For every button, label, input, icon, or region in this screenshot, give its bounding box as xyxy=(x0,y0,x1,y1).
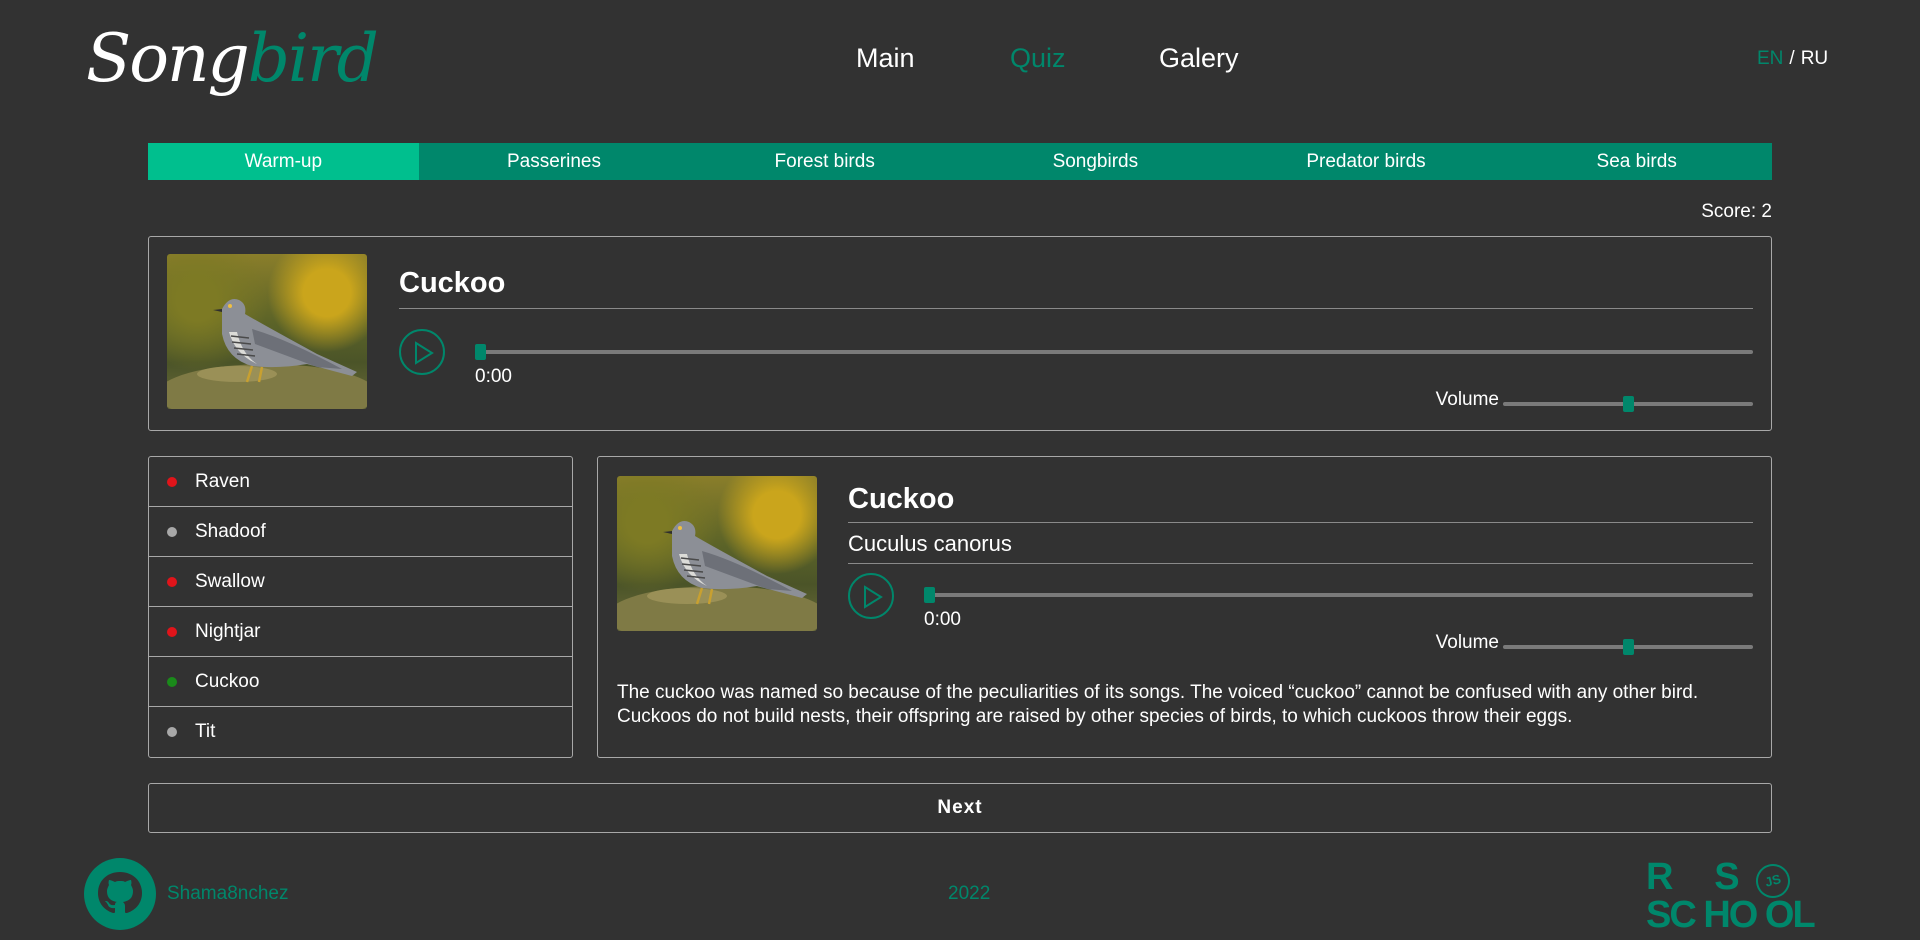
question-bird-name: Cuckoo xyxy=(399,263,1753,309)
details-play-button[interactable] xyxy=(848,573,894,619)
question-volume-label: Volume xyxy=(1435,389,1499,410)
answer-status-dot xyxy=(167,476,177,487)
answer-swallow[interactable]: Swallow xyxy=(149,557,572,607)
score-counter: Score: 2 xyxy=(1701,201,1772,222)
github-username-link[interactable]: Shama8nchez xyxy=(167,882,288,906)
answer-shadoof[interactable]: Shadoof xyxy=(149,507,572,557)
answer-nightjar[interactable]: Nightjar xyxy=(149,607,572,657)
details-time: 0:00 xyxy=(924,609,961,630)
play-icon xyxy=(864,585,883,609)
language-switcher: EN / RU xyxy=(1757,47,1828,71)
bird-details-panel: Cuckoo Cuculus canorus 0:00 Volume The c… xyxy=(597,456,1772,758)
footer-year: 2022 xyxy=(948,883,991,904)
question-bird-image xyxy=(167,254,367,409)
answer-label: Swallow xyxy=(195,570,265,592)
tab-forest-birds[interactable]: Forest birds xyxy=(689,143,960,180)
tab-songbirds[interactable]: Songbirds xyxy=(960,143,1231,180)
answer-label: Cuckoo xyxy=(195,670,260,692)
question-progress-thumb[interactable] xyxy=(475,344,486,360)
details-volume-thumb[interactable] xyxy=(1622,639,1634,655)
next-button[interactable]: Next xyxy=(148,783,1772,833)
tab-passerines[interactable]: Passerines xyxy=(419,143,690,180)
question-progress-bar[interactable] xyxy=(475,344,1753,360)
answer-label: Nightjar xyxy=(195,620,261,642)
main-nav: Main Quiz Galery xyxy=(0,40,1920,76)
answer-raven[interactable]: Raven xyxy=(149,457,572,507)
answer-status-dot xyxy=(167,727,177,737)
question-volume-slider[interactable] xyxy=(1503,396,1753,412)
rs-logo-line2: SC HO OL xyxy=(1646,894,1816,936)
nav-galery-link[interactable]: Galery xyxy=(1159,40,1239,76)
details-bird-name: Cuckoo xyxy=(848,477,1753,523)
details-volume-label: Volume xyxy=(1435,632,1499,653)
answers-list: Raven Shadoof Swallow Nightjar Cuckoo Ti… xyxy=(148,456,573,758)
tab-predator-birds[interactable]: Predator birds xyxy=(1231,143,1502,180)
answer-status-dot xyxy=(167,526,177,537)
question-volume-thumb[interactable] xyxy=(1622,396,1634,412)
rs-logo-line1: R S xyxy=(1646,856,1740,898)
answer-status-dot xyxy=(167,576,177,587)
rs-school-logo[interactable]: R S SC HO OL JS xyxy=(1646,856,1836,936)
tab-warm-up[interactable]: Warm-up xyxy=(148,143,419,180)
details-description: The cuckoo was named so because of the p… xyxy=(617,682,1699,727)
nav-main-link[interactable]: Main xyxy=(856,40,915,76)
tab-sea-birds[interactable]: Sea birds xyxy=(1501,143,1772,180)
lang-en-button[interactable]: EN xyxy=(1757,48,1783,69)
details-bird-image xyxy=(617,476,817,631)
answer-label: Raven xyxy=(195,470,250,492)
answer-cuckoo[interactable]: Cuckoo xyxy=(149,657,572,707)
answer-label: Shadoof xyxy=(195,520,266,542)
category-tabs: Warm-up Passerines Forest birds Songbird… xyxy=(148,143,1772,180)
answer-label: Tit xyxy=(195,721,216,742)
details-volume-slider[interactable] xyxy=(1503,639,1753,655)
question-panel: Cuckoo 0:00 Volume xyxy=(148,236,1772,431)
answer-tit[interactable]: Tit xyxy=(149,707,572,757)
github-icon[interactable] xyxy=(84,858,156,930)
details-progress-thumb[interactable] xyxy=(924,587,935,603)
question-play-button[interactable] xyxy=(399,329,445,375)
answer-status-dot xyxy=(167,626,177,637)
details-latin-name: Cuculus canorus xyxy=(848,529,1753,564)
question-time: 0:00 xyxy=(475,366,512,387)
answer-status-dot xyxy=(167,676,177,687)
lang-separator: / xyxy=(1789,48,1795,69)
play-icon xyxy=(415,341,434,365)
nav-quiz-link[interactable]: Quiz xyxy=(1010,40,1066,76)
lang-ru-button[interactable]: RU xyxy=(1801,48,1828,69)
details-progress-bar[interactable] xyxy=(924,587,1753,603)
